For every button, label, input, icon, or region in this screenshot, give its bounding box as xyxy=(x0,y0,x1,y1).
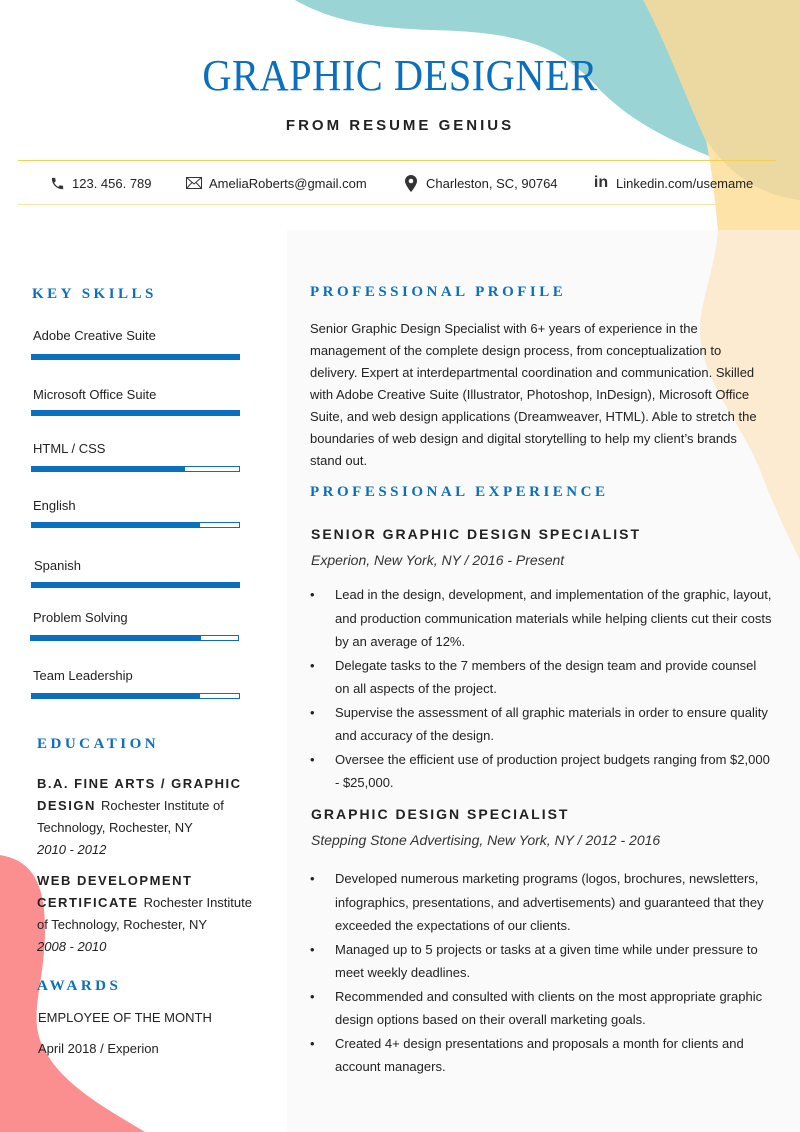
skill-bar xyxy=(31,410,240,416)
skill-bar xyxy=(30,635,239,641)
skill-bar-fill xyxy=(32,583,239,587)
job-bullet: Developed numerous marketing programs (l… xyxy=(310,867,772,938)
contact-email[interactable]: AmeliaRoberts@gmail.com xyxy=(185,172,367,194)
job-subtitle: Experion, New York, NY / 2016 - Present xyxy=(311,552,565,568)
linkedin-icon: in xyxy=(593,174,609,191)
location-text: Charleston, SC, 90764 xyxy=(426,175,558,191)
skill-bar xyxy=(31,522,240,528)
experience-heading: PROFESSIONAL EXPERIENCE xyxy=(310,484,609,500)
profile-text: Senior Graphic Design Specialist with 6+… xyxy=(310,321,757,468)
skill-bar xyxy=(31,354,240,360)
education-dates: 2008 - 2010 xyxy=(37,939,107,954)
education-heading: EDUCATION xyxy=(37,736,160,752)
job-bullet: Delegate tasks to the 7 members of the d… xyxy=(310,654,772,701)
job-title: GRAPHIC DESIGN SPECIALIST xyxy=(311,806,570,822)
job-bullets: Lead in the design, development, and imp… xyxy=(310,583,772,795)
job-bullet: Managed up to 5 projects or tasks at a g… xyxy=(310,938,772,985)
job-bullet: Oversee the efficient use of production … xyxy=(310,748,772,795)
education-dates: 2010 - 2012 xyxy=(37,842,107,857)
award-detail: April 2018 / Experion xyxy=(38,1041,159,1056)
skill-label: Problem Solving xyxy=(33,610,128,625)
contact-top-rule xyxy=(18,160,776,161)
skill-bar xyxy=(31,693,240,699)
phone-icon xyxy=(48,174,66,192)
skill-bar xyxy=(31,582,240,588)
contact-bottom-rule xyxy=(18,204,776,205)
key-skills-heading: KEY SKILLS xyxy=(32,286,157,302)
job-bullet: Supervise the assessment of all graphic … xyxy=(310,701,772,748)
education-item: B.A. FINE ARTS / GRAPHIC DESIGN Rocheste… xyxy=(37,773,262,861)
profile-heading: PROFESSIONAL PROFILE xyxy=(310,284,567,300)
skill-label: English xyxy=(33,498,76,513)
awards-heading: AWARDS xyxy=(37,978,122,994)
job-bullet: Recommended and consulted with clients o… xyxy=(310,985,772,1032)
skill-bar-fill xyxy=(32,411,239,415)
contact-location: Charleston, SC, 90764 xyxy=(402,172,558,194)
job-bullet: Lead in the design, development, and imp… xyxy=(310,583,772,654)
job-subtitle: Stepping Stone Advertising, New York, NY… xyxy=(311,832,661,848)
map-pin-icon xyxy=(402,174,420,192)
skill-bar-fill xyxy=(32,355,239,359)
envelope-icon xyxy=(185,174,203,192)
page-title: GRAPHIC DESIGNER xyxy=(202,51,598,100)
job-title: SENIOR GRAPHIC DESIGN SPECIALIST xyxy=(311,526,642,542)
skill-label: HTML / CSS xyxy=(33,441,106,456)
skill-label: Adobe Creative Suite xyxy=(33,328,156,343)
contact-linkedin[interactable]: in Linkedin.com/usemame xyxy=(592,172,753,194)
contact-phone[interactable]: 123. 456. 789 xyxy=(48,172,152,194)
skill-label: Spanish xyxy=(34,558,81,573)
skill-bar-fill xyxy=(32,523,200,527)
skill-bar xyxy=(31,466,240,472)
page-subtitle: FROM RESUME GENIUS xyxy=(285,117,515,134)
award-title: EMPLOYEE OF THE MONTH xyxy=(38,1010,212,1025)
job-bullets: Developed numerous marketing programs (l… xyxy=(310,867,772,1079)
skill-bar-fill xyxy=(31,636,201,640)
skill-label: Team Leadership xyxy=(33,668,133,683)
linkedin-text: Linkedin.com/usemame xyxy=(616,175,754,191)
skill-bar-fill xyxy=(32,694,200,698)
phone-text: 123. 456. 789 xyxy=(72,175,152,191)
job-bullet: Created 4+ design presentations and prop… xyxy=(310,1032,772,1079)
skill-label: Microsoft Office Suite xyxy=(33,387,157,402)
email-text: AmeliaRoberts@gmail.com xyxy=(209,175,367,191)
skill-bar-fill xyxy=(32,467,186,471)
education-item: WEB DEVELOPMENT CERTIFICATE Rochester In… xyxy=(37,870,262,958)
